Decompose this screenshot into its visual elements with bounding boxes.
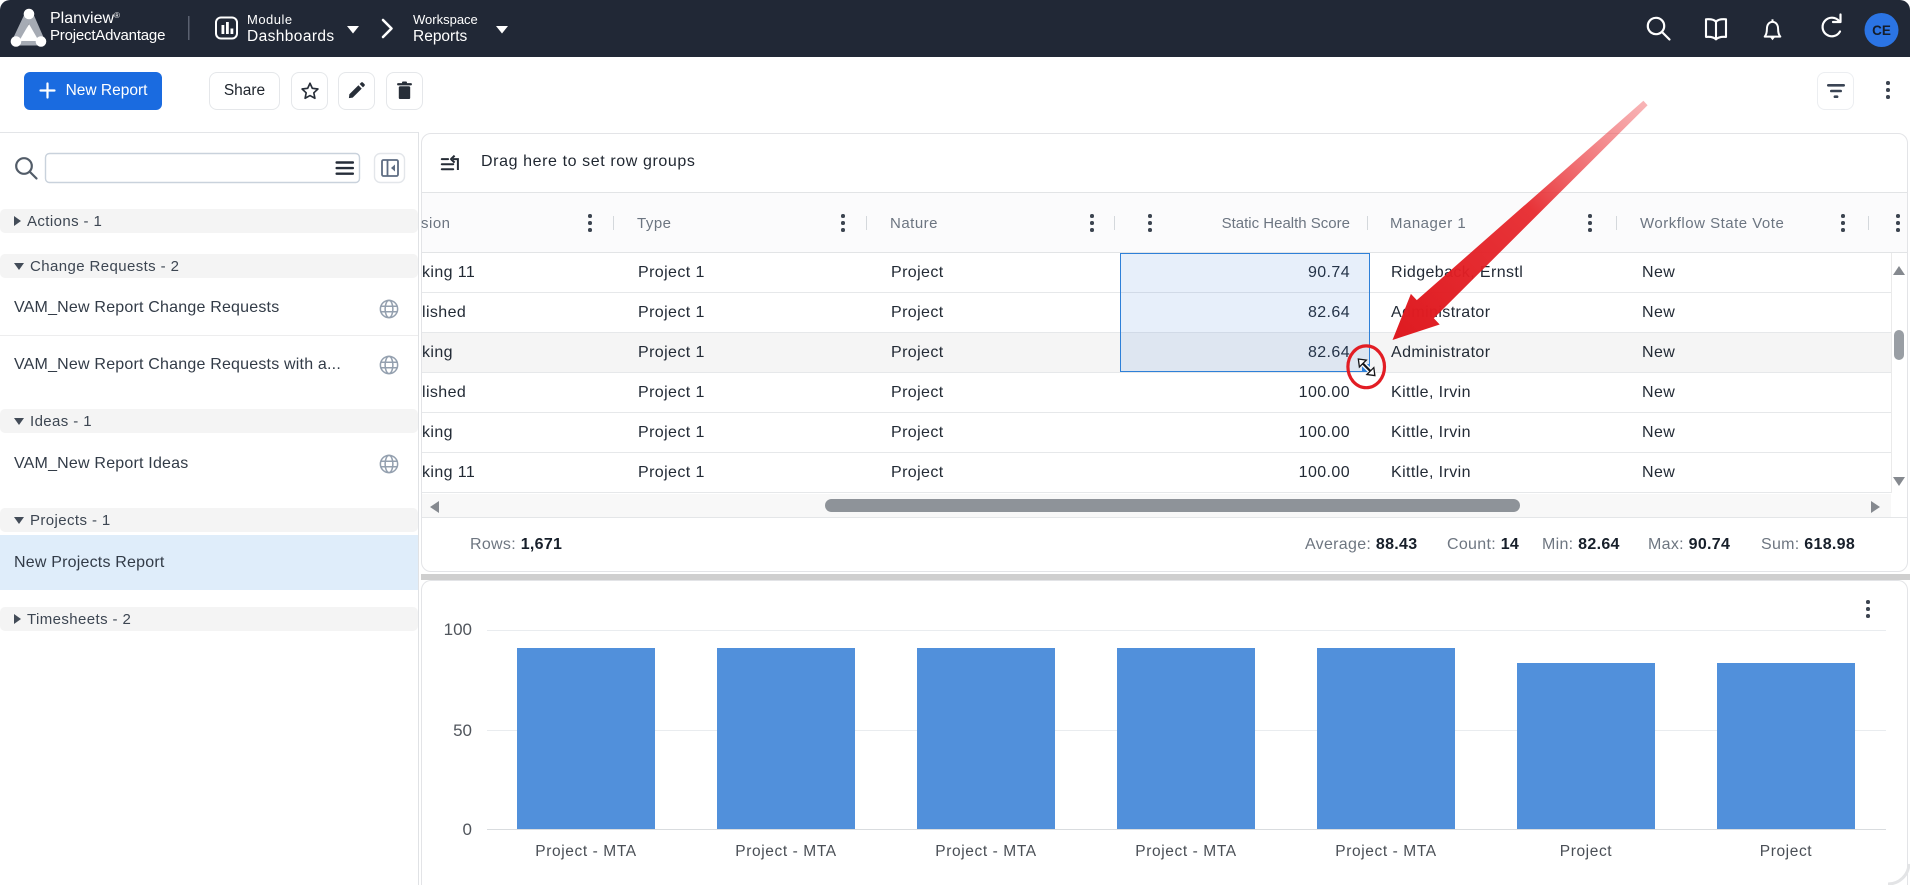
svg-text:CE: CE — [1872, 23, 1891, 38]
